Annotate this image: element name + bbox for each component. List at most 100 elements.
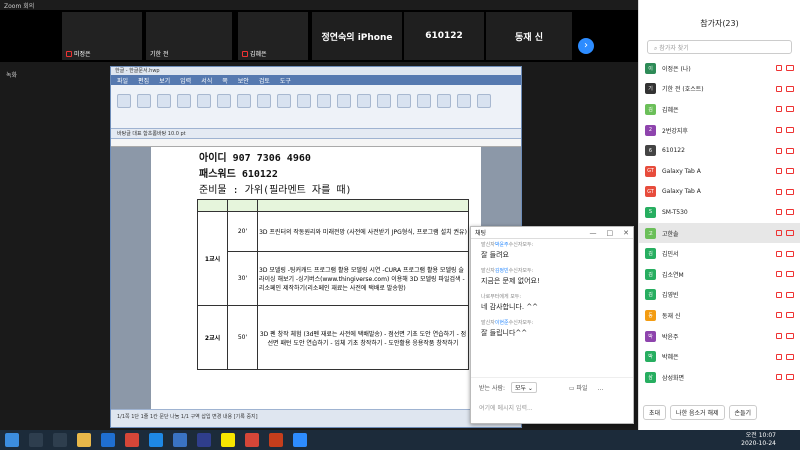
- video-tile[interactable]: 기한 전: [146, 12, 232, 60]
- minimize-icon[interactable]: —: [590, 229, 597, 237]
- windows-start-icon[interactable]: [5, 433, 19, 447]
- ribbon-button[interactable]: [117, 94, 131, 108]
- camera-off-icon: [786, 374, 794, 381]
- photoshop-icon[interactable]: [197, 433, 211, 447]
- tile-name: 정연숙의 iPhone: [321, 32, 393, 43]
- participant-row[interactable]: 2 2번강지후: [639, 120, 800, 141]
- maximize-icon[interactable]: □: [607, 229, 614, 237]
- participants-panel: 참가자(23) ⌕ 참가자 찾기 이 이정은 (나) 기 기한 전 (호스트) 김 김혜은…: [638, 0, 800, 430]
- participant-status: [776, 374, 794, 381]
- content-cell: 3D 펜 창작 체험 (3d펜 재료는 사전에 택배발송) - 점선면 기초 도…: [257, 305, 469, 370]
- file-button[interactable]: ▭ 파일: [569, 385, 588, 392]
- ribbon-button[interactable]: [397, 94, 411, 108]
- ribbon-button[interactable]: [237, 94, 251, 108]
- menu-item[interactable]: 서식: [201, 76, 212, 85]
- table-row: 2교시 50' 3D 펜 창작 체험 (3d펜 재료는 사전에 택배발송) - …: [197, 305, 469, 370]
- ribbon-button[interactable]: [377, 94, 391, 108]
- participant-row[interactable]: 김 김혜은: [639, 99, 800, 120]
- menu-item[interactable]: 보기: [159, 76, 170, 85]
- msg-text: 지금은 문제 없어요!: [481, 277, 540, 285]
- ribbon-button[interactable]: [417, 94, 431, 108]
- kakaotalk-icon[interactable]: [221, 433, 235, 447]
- participant-status: [776, 188, 794, 195]
- invite-button[interactable]: 초대: [643, 405, 667, 420]
- ribbon-button[interactable]: [137, 94, 151, 108]
- video-tile[interactable]: 미정은: [62, 12, 142, 60]
- menu-item[interactable]: 파일: [117, 76, 128, 85]
- content-cell: 3D 프린터의 작동원리와 미래전망 (사전에 사전받기 JPG형식, 프로그램…: [257, 211, 469, 252]
- zoom-icon[interactable]: [293, 433, 307, 447]
- more-icon[interactable]: …: [597, 385, 603, 392]
- store-icon[interactable]: [101, 433, 115, 447]
- msg-recipient: 수신자모두:: [508, 242, 534, 248]
- participant-row[interactable]: 김 김영빈: [639, 285, 800, 306]
- mic-muted-icon: [776, 230, 782, 237]
- hwp-icon[interactable]: [173, 433, 187, 447]
- ribbon-button[interactable]: [277, 94, 291, 108]
- menu-item[interactable]: 편집: [138, 76, 149, 85]
- close-icon[interactable]: ✕: [623, 229, 629, 237]
- participant-name: 박혜은: [662, 354, 679, 362]
- to-label: 받는 사람:: [479, 385, 506, 392]
- ribbon-button[interactable]: [177, 94, 191, 108]
- participant-row[interactable]: 기 기한 전 (호스트): [639, 79, 800, 100]
- ribbon-button[interactable]: [297, 94, 311, 108]
- search-icon[interactable]: [29, 433, 43, 447]
- participant-row[interactable]: 김 김민서: [639, 243, 800, 264]
- participant-row[interactable]: 박 박윤주: [639, 326, 800, 347]
- ribbon-button[interactable]: [357, 94, 371, 108]
- chat-footer: 받는 사람: 모두 ⌄ ▭ 파일 … 여기에 메시지 입력...: [471, 377, 633, 423]
- document-page[interactable]: 아이디 907 7306 4960 패스워드 610122 준비물 : 가위(필…: [151, 147, 481, 409]
- ribbon-button[interactable]: [437, 94, 451, 108]
- participant-row[interactable]: 동 동재 신: [639, 305, 800, 326]
- clock-date: 2020-10-24: [741, 440, 776, 447]
- clock[interactable]: 오전 10:07 2020-10-24: [741, 432, 776, 448]
- ribbon-button[interactable]: [217, 94, 231, 108]
- participant-row[interactable]: 이 이정은 (나): [639, 58, 800, 79]
- ribbon-button[interactable]: [317, 94, 331, 108]
- ribbon-button[interactable]: [457, 94, 471, 108]
- participant-row[interactable]: GT Galaxy Tab A: [639, 182, 800, 203]
- ribbon-button[interactable]: [477, 94, 491, 108]
- participant-actions: 초대 나한 음소거 해제 손들기: [643, 405, 758, 420]
- ribbon-button[interactable]: [157, 94, 171, 108]
- ribbon-button[interactable]: [197, 94, 211, 108]
- name-tile[interactable]: 610122: [404, 12, 484, 60]
- recipient-select[interactable]: 모두 ⌄: [510, 382, 537, 393]
- next-page-icon[interactable]: ›: [578, 38, 594, 54]
- powerpoint-icon[interactable]: [269, 433, 283, 447]
- name-tile[interactable]: 정연숙의 iPhone: [312, 12, 402, 60]
- participant-row[interactable]: 박 박혜은: [639, 346, 800, 367]
- name-tile[interactable]: 동재 신: [486, 12, 572, 60]
- video-strip: 미정은 기한 전 김혜은 정연숙의 iPhone 610122 동재 신 ›: [0, 10, 638, 62]
- task-view-icon[interactable]: [53, 433, 67, 447]
- edge-icon[interactable]: [149, 433, 163, 447]
- chrome-icon[interactable]: [125, 433, 139, 447]
- unmute-button[interactable]: 나한 음소거 해제: [670, 405, 725, 420]
- table-cell: [257, 199, 469, 212]
- participant-row[interactable]: S SM-T530: [639, 202, 800, 223]
- menu-item[interactable]: 입력: [180, 76, 191, 85]
- participant-row[interactable]: 삼 삼성화면: [639, 367, 800, 388]
- mic-muted-icon: [776, 106, 782, 113]
- participant-row[interactable]: 6 610122: [639, 140, 800, 161]
- tile-name: 기한 전: [150, 51, 169, 58]
- raise-hand-button[interactable]: 손들기: [728, 405, 758, 420]
- format-toolbar[interactable]: 바탕글 대표 함초롬바탕 10.0 pt: [111, 129, 521, 139]
- table-cell: [197, 199, 228, 212]
- participant-row[interactable]: GT Galaxy Tab A: [639, 161, 800, 182]
- menu-item[interactable]: 검토: [259, 76, 270, 85]
- menu-item[interactable]: 쪽: [222, 76, 228, 85]
- participant-search-input[interactable]: ⌕ 참가자 찾기: [647, 40, 792, 54]
- chat-input[interactable]: 여기에 메시지 입력...: [479, 403, 625, 412]
- menu-item[interactable]: 도구: [280, 76, 291, 85]
- chrome-icon[interactable]: [245, 433, 259, 447]
- ribbon-button[interactable]: [257, 94, 271, 108]
- explorer-icon[interactable]: [77, 433, 91, 447]
- video-tile[interactable]: 김혜은: [238, 12, 308, 60]
- menu-item[interactable]: 보안: [238, 76, 249, 85]
- participant-name: 이정은 (나): [662, 65, 691, 73]
- ribbon-button[interactable]: [337, 94, 351, 108]
- participant-row[interactable]: 고 고한솔: [639, 222, 800, 244]
- participant-row[interactable]: 김 김소연M: [639, 264, 800, 285]
